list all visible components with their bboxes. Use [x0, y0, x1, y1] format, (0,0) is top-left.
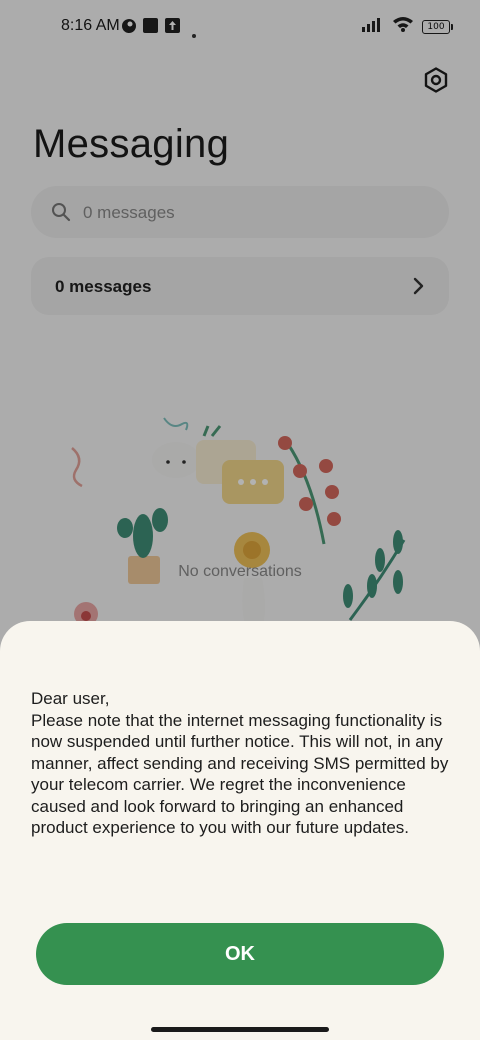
notice-body: Please note that the internet messaging …	[31, 710, 449, 838]
home-indicator[interactable]	[151, 1027, 329, 1032]
notice-bottom-sheet: Dear user, Please note that the internet…	[0, 621, 480, 1040]
ok-button[interactable]: OK	[36, 923, 444, 985]
notice-greeting: Dear user,	[31, 689, 110, 708]
notice-message: Dear user, Please note that the internet…	[31, 688, 461, 839]
